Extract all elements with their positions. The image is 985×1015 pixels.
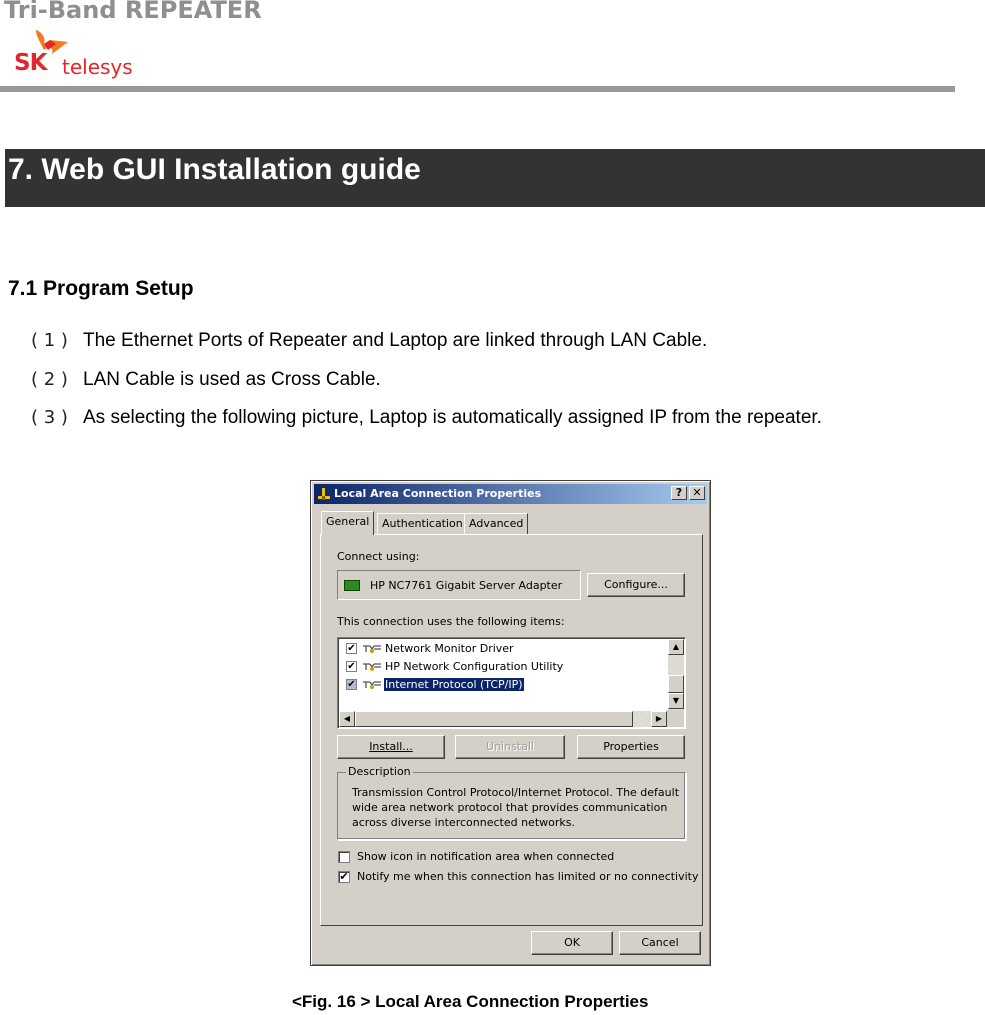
dialog-title: Local Area Connection Properties bbox=[334, 487, 542, 500]
scroll-up-button[interactable]: ▲ bbox=[668, 639, 684, 655]
tab-authentication[interactable]: Authentication bbox=[377, 513, 468, 534]
description-group: Description Transmission Control Protoco… bbox=[337, 765, 686, 840]
show-icon-checkbox[interactable] bbox=[338, 851, 350, 863]
item-checkbox[interactable]: ✔ bbox=[346, 643, 357, 654]
description-text: Transmission Control Protocol/Internet P… bbox=[352, 786, 680, 829]
section-banner: 7. Web GUI Installation guide bbox=[5, 149, 985, 207]
adapter-field: HP NC7761 Gigabit Server Adapter bbox=[337, 570, 581, 600]
step-text: As selecting the following picture, Lapt… bbox=[83, 407, 822, 428]
item-checkbox[interactable]: ✔ bbox=[346, 679, 357, 690]
help-button[interactable]: ? bbox=[671, 486, 687, 500]
vertical-scrollbar[interactable]: ▲ ▼ bbox=[668, 639, 684, 711]
ok-button[interactable]: OK bbox=[531, 931, 613, 955]
uninstall-button[interactable]: Uninstall bbox=[455, 735, 565, 759]
logo-brand: SK bbox=[14, 50, 47, 76]
description-label: Description bbox=[346, 765, 413, 778]
close-button[interactable]: ✕ bbox=[689, 486, 705, 500]
step-text: LAN Cable is used as Cross Cable. bbox=[83, 369, 381, 390]
scroll-thumb[interactable] bbox=[668, 675, 684, 693]
adapter-name: HP NC7761 Gigabit Server Adapter bbox=[370, 579, 563, 592]
step-item: ( 3 ) As selecting the following picture,… bbox=[31, 407, 822, 429]
scroll-left-button[interactable]: ◀ bbox=[339, 711, 355, 727]
sk-telesys-logo: SK telesys bbox=[10, 28, 140, 84]
figure-caption: <Fig. 16 > Local Area Connection Propert… bbox=[292, 992, 649, 1011]
configure-button[interactable]: Configure... bbox=[587, 573, 685, 597]
logo-sub: telesys bbox=[62, 55, 133, 79]
step-number: ( 3 ) bbox=[31, 407, 68, 428]
step-number: ( 1 ) bbox=[31, 330, 68, 351]
tab-general[interactable]: General bbox=[321, 511, 375, 535]
scroll-right-button[interactable]: ▶ bbox=[651, 711, 667, 727]
tab-advanced[interactable]: Advanced bbox=[464, 513, 529, 534]
subsection-title: 7.1 Program Setup bbox=[8, 277, 194, 300]
install-label: Install... bbox=[369, 740, 413, 753]
hscroll-thumb[interactable] bbox=[355, 711, 633, 727]
network-component-icon bbox=[363, 663, 381, 671]
item-label: Network Monitor Driver bbox=[385, 642, 514, 655]
cancel-button[interactable]: Cancel bbox=[619, 931, 701, 955]
item-checkbox[interactable]: ✔ bbox=[346, 661, 357, 672]
dialog-titlebar[interactable]: Local Area Connection Properties ? ✕ bbox=[314, 484, 707, 504]
header-rule bbox=[0, 86, 955, 92]
network-adapter-icon bbox=[344, 580, 360, 591]
section-title: 7. Web GUI Installation guide bbox=[8, 153, 421, 186]
show-icon-label[interactable]: Show icon in notification area when conn… bbox=[357, 850, 614, 863]
notify-checkbox[interactable]: ✔ bbox=[338, 871, 350, 883]
item-label: HP Network Configuration Utility bbox=[385, 660, 564, 673]
horizontal-scrollbar[interactable]: ◀ ▶ bbox=[339, 711, 667, 727]
step-number: ( 2 ) bbox=[31, 369, 68, 390]
local-area-connection-properties-dialog: Local Area Connection Properties ? ✕ Gen… bbox=[310, 480, 711, 966]
properties-button[interactable]: Properties bbox=[577, 735, 685, 759]
network-connection-icon bbox=[318, 488, 330, 500]
scroll-down-button[interactable]: ▼ bbox=[668, 693, 684, 709]
step-item: ( 2 ) LAN Cable is used as Cross Cable. bbox=[31, 369, 381, 391]
network-component-icon bbox=[363, 645, 381, 653]
network-component-icon bbox=[363, 681, 381, 689]
step-text: The Ethernet Ports of Repeater and Lapto… bbox=[83, 330, 708, 351]
scrollbar-corner bbox=[667, 710, 684, 727]
item-label: Internet Protocol (TCP/IP) bbox=[383, 677, 525, 692]
step-item: ( 1 ) The Ethernet Ports of Repeater and … bbox=[31, 330, 707, 352]
connect-using-label: Connect using: bbox=[337, 550, 420, 563]
notify-label[interactable]: Notify me when this connection has limit… bbox=[357, 870, 699, 883]
product-title: Tri-Band REPEATER bbox=[4, 0, 262, 24]
install-button[interactable]: Install... bbox=[337, 735, 445, 759]
components-list[interactable]: ✔ Network Monitor Driver ✔ HP Network Co… bbox=[337, 637, 686, 729]
items-label: This connection uses the following items… bbox=[337, 615, 565, 628]
